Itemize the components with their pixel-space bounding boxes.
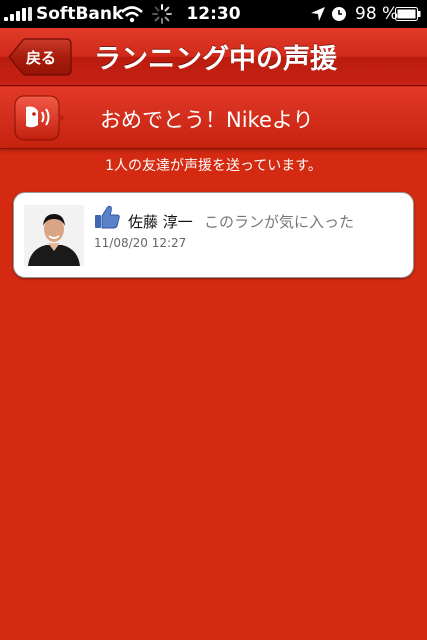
friends-count-text: 1人の友達が声援を送っています。 [105, 158, 322, 174]
back-button[interactable]: 戻る [8, 38, 72, 76]
cheer-timestamp: 11/08/20 12:27 [94, 236, 187, 250]
clock-icon [332, 7, 346, 21]
back-button-label: 戻る [26, 49, 57, 67]
status-bar: SoftBank 12:30 98 % [0, 0, 427, 28]
cheer-voice-icon [14, 95, 65, 141]
location-arrow-icon [311, 7, 325, 21]
cheer-banner: おめでとう！Nikeより [0, 87, 427, 149]
thumbs-up-icon [95, 205, 120, 229]
cheer-message: このランが気に入った [204, 213, 355, 231]
navigation-bar: 戻る ランニング中の声援 [0, 28, 427, 86]
banner-message: おめでとう！Nikeより [100, 108, 314, 132]
battery-icon [395, 7, 421, 21]
avatar [24, 205, 84, 266]
cheer-card[interactable]: 佐藤 淳一 このランが気に入った 11/08/20 12:27 [13, 192, 414, 278]
cheer-sender-name: 佐藤 淳一 [128, 213, 193, 231]
page-title: ランニング中の声援 [94, 44, 337, 75]
battery-percent: 98 % [355, 4, 399, 24]
